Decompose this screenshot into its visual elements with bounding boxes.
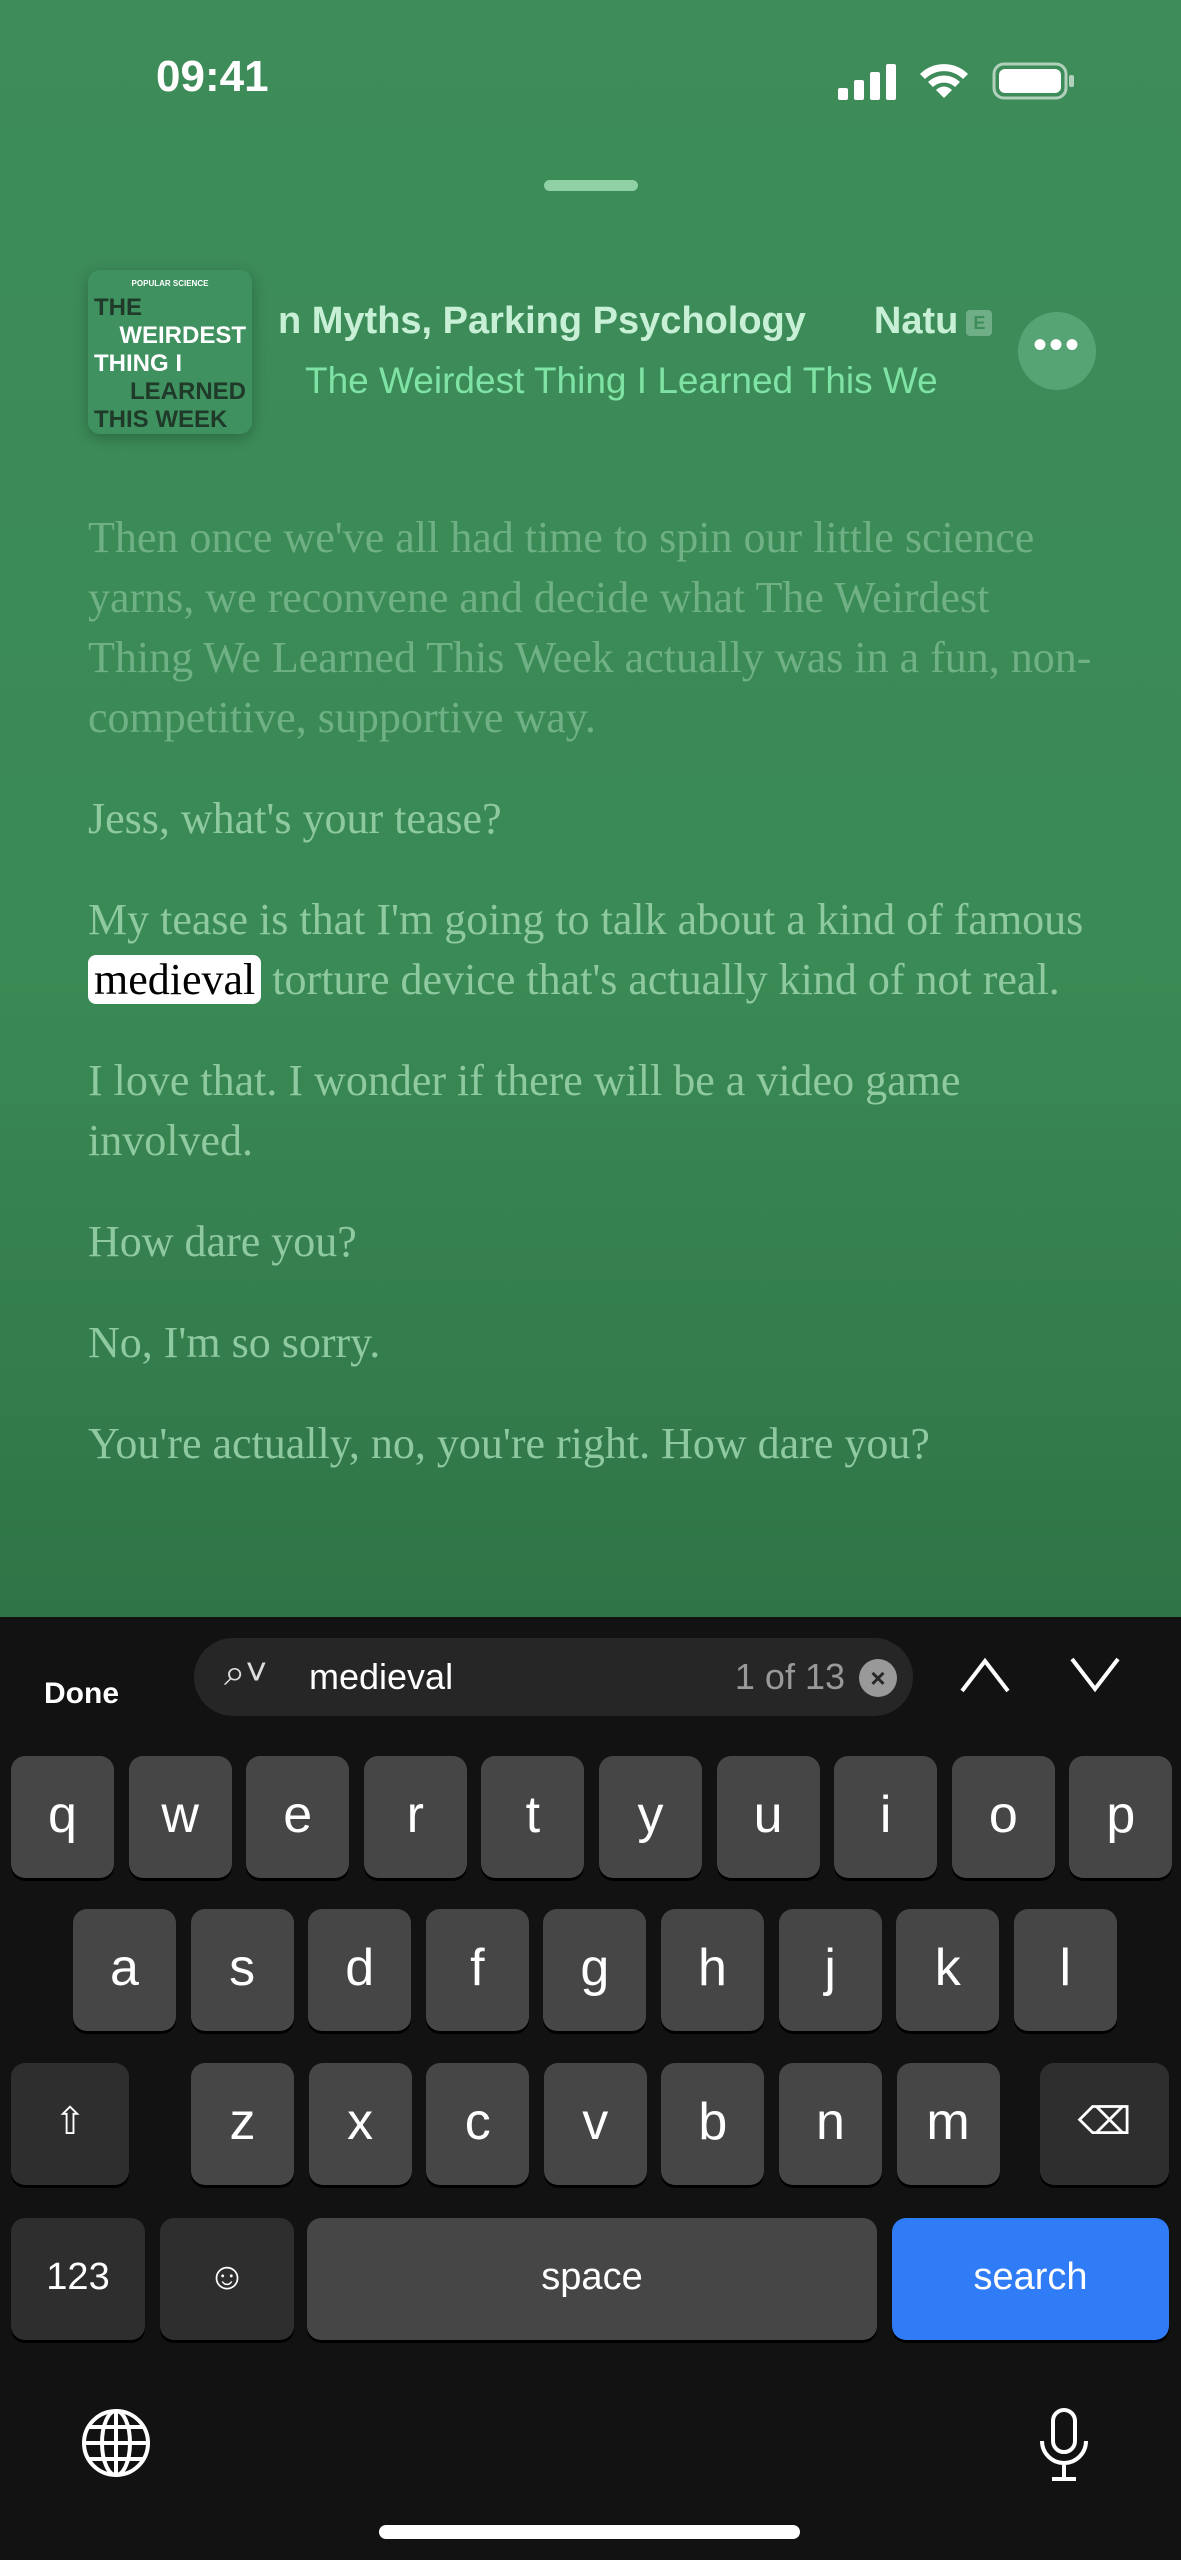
episode-artwork: POPULAR SCIENCE THE WEIRDEST THING I LEA…: [88, 270, 252, 434]
done-button[interactable]: Done: [44, 1677, 119, 1711]
key-t[interactable]: t: [481, 1756, 585, 1878]
status-bar: 09:41: [0, 52, 1181, 108]
key-q[interactable]: q: [11, 1756, 114, 1878]
key-y[interactable]: y: [599, 1756, 702, 1878]
key-z[interactable]: z: [191, 2063, 294, 2185]
key-x[interactable]: x: [308, 2063, 412, 2185]
numbers-key[interactable]: 123: [11, 2218, 145, 2340]
episode-title-text: n Myths, Parking Psychology: [278, 300, 806, 342]
space-key[interactable]: space: [307, 2218, 877, 2340]
key-i[interactable]: i: [834, 1756, 938, 1878]
key-e[interactable]: e: [246, 1756, 350, 1878]
artwork-line: THE: [94, 294, 142, 321]
player-background: 09:41 POPULAR SCIENCE THE WEIRDEST THING…: [0, 0, 1181, 1617]
key-b[interactable]: b: [661, 2063, 765, 2185]
transcript-paragraph: Jess, what's your tease?: [88, 794, 502, 843]
key-w[interactable]: w: [128, 1756, 232, 1878]
clear-icon[interactable]: ×: [859, 1659, 897, 1697]
delete-key[interactable]: ⌫: [1040, 2063, 1169, 2185]
key-l[interactable]: l: [1013, 1909, 1117, 2031]
find-field[interactable]: ⌕˅ medieval 1 of 13 ×: [194, 1638, 913, 1716]
key-v[interactable]: v: [543, 2063, 647, 2185]
globe-icon[interactable]: [80, 2407, 152, 2479]
key-m[interactable]: m: [896, 2063, 1000, 2185]
key-a[interactable]: a: [73, 1909, 176, 2031]
previous-match-button[interactable]: [958, 1655, 1012, 1695]
search-match-highlight: medieval: [88, 955, 262, 1004]
key-c[interactable]: c: [426, 2063, 530, 2185]
episode-title: n Myths, Parking Psychology Natu E: [278, 300, 993, 343]
key-f[interactable]: f: [425, 1909, 529, 2031]
show-name[interactable]: The Weirdest Thing I Learned This We: [305, 360, 977, 402]
key-g[interactable]: g: [543, 1909, 647, 2031]
key-s[interactable]: s: [190, 1909, 294, 2031]
key-r[interactable]: r: [363, 1756, 467, 1878]
cellular-signal-icon: [838, 64, 896, 100]
key-u[interactable]: u: [716, 1756, 820, 1878]
wifi-icon: [920, 64, 968, 98]
more-options-button[interactable]: •••: [1018, 312, 1096, 390]
artwork-line: THING I: [94, 350, 182, 377]
match-count: 1 of 13: [734, 1656, 845, 1697]
status-time: 09:41: [156, 52, 269, 101]
search-key[interactable]: search: [892, 2218, 1169, 2340]
home-indicator: [379, 2525, 800, 2539]
episode-title-text-repeat: Natu: [873, 300, 959, 342]
key-o[interactable]: o: [951, 1756, 1055, 1878]
transcript: Then once we've all had time to spin our…: [88, 508, 1098, 1515]
transcript-paragraph: No, I'm so sorry.: [88, 1318, 381, 1367]
key-j[interactable]: j: [778, 1909, 882, 2031]
keyboard-area: Done ⌕˅ medieval 1 of 13 × qwertyuiop asd…: [0, 1617, 1181, 2560]
transcript-paragraph: How dare you?: [88, 1217, 357, 1266]
search-options-icon[interactable]: ⌕˅: [224, 1652, 267, 1695]
microphone-icon[interactable]: [1036, 2407, 1092, 2483]
next-match-button[interactable]: [1068, 1655, 1122, 1695]
transcript-paragraph: My tease is that I'm going to talk about…: [88, 890, 1098, 1010]
key-p[interactable]: p: [1069, 1756, 1173, 1878]
key-k[interactable]: k: [896, 1909, 1000, 2031]
artwork-line: LEARNED: [129, 378, 246, 405]
emoji-key[interactable]: ☺: [160, 2218, 294, 2340]
transcript-text: torture device that's actually kind of n…: [261, 955, 1060, 1004]
artwork-publisher: POPULAR SCIENCE: [131, 279, 209, 288]
key-h[interactable]: h: [661, 1909, 764, 2031]
transcript-text: My tease is that I'm going to talk about…: [88, 895, 1084, 944]
sheet-grabber[interactable]: [544, 180, 638, 191]
transcript-paragraph: Then once we've all had time to spin our…: [88, 513, 1092, 742]
artwork-line: WEIRDEST: [119, 322, 246, 349]
shift-key[interactable]: ⇧: [11, 2063, 129, 2185]
artwork-line: THIS WEEK: [94, 406, 228, 433]
key-d[interactable]: d: [308, 1909, 412, 2031]
transcript-paragraph: I love that. I wonder if there will be a…: [88, 1056, 961, 1165]
key-n[interactable]: n: [779, 2063, 882, 2185]
battery-icon: [992, 62, 1074, 100]
explicit-badge: E: [966, 309, 993, 336]
transcript-paragraph: You're actually, no, you're right. How d…: [88, 1419, 930, 1468]
find-input[interactable]: medieval: [309, 1656, 453, 1698]
